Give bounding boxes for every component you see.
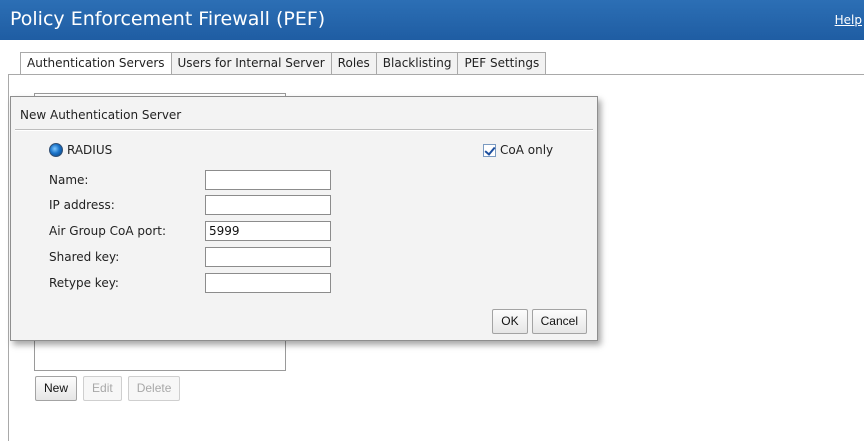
ip-address-row: IP address: xyxy=(49,195,331,215)
server-list-buttons: New Edit Delete xyxy=(35,376,181,401)
ip-address-field[interactable] xyxy=(205,195,331,215)
help-link[interactable]: Help xyxy=(835,13,862,27)
ok-button[interactable]: OK xyxy=(492,309,528,334)
retype-key-label: Retype key: xyxy=(49,276,119,290)
new-auth-server-dialog: New Authentication Server RADIUS CoA onl… xyxy=(10,96,598,341)
name-label: Name: xyxy=(49,173,89,187)
page-title: Policy Enforcement Firewall (PEF) xyxy=(10,8,326,30)
title-bar: Policy Enforcement Firewall (PEF) Help xyxy=(0,0,864,40)
tab-roles[interactable]: Roles xyxy=(330,52,376,74)
tab-users-for-internal-server[interactable]: Users for Internal Server xyxy=(170,52,331,74)
edit-button[interactable]: Edit xyxy=(83,376,122,401)
name-field[interactable] xyxy=(205,170,331,190)
tab-blacklisting[interactable]: Blacklisting xyxy=(375,52,458,74)
shared-key-label: Shared key: xyxy=(49,250,120,264)
radius-option[interactable]: RADIUS xyxy=(49,143,112,157)
coa-port-label: Air Group CoA port: xyxy=(49,224,167,238)
coa-port-field[interactable] xyxy=(205,221,331,241)
retype-key-row: Retype key: xyxy=(49,273,331,293)
tab-pef-settings[interactable]: PEF Settings xyxy=(457,52,547,74)
cancel-button[interactable]: Cancel xyxy=(531,309,587,334)
name-row: Name: xyxy=(49,170,331,190)
coa-only-label: CoA only xyxy=(500,143,554,157)
ip-address-label: IP address: xyxy=(49,198,115,212)
coa-only-option[interactable]: CoA only xyxy=(483,143,553,157)
radio-selected-icon[interactable] xyxy=(49,143,63,157)
tab-authentication-servers[interactable]: Authentication Servers xyxy=(20,52,171,75)
delete-button[interactable]: Delete xyxy=(127,376,181,401)
dialog-title: New Authentication Server xyxy=(20,108,182,122)
radius-label: RADIUS xyxy=(67,143,113,157)
new-button[interactable]: New xyxy=(35,376,78,401)
tab-bar: Authentication Servers Users for Interna… xyxy=(20,52,547,75)
dialog-separator xyxy=(15,129,593,131)
retype-key-field[interactable] xyxy=(205,273,331,293)
shared-key-row: Shared key: xyxy=(49,247,331,267)
dialog-buttons: OK Cancel xyxy=(492,309,587,334)
shared-key-field[interactable] xyxy=(205,247,331,267)
coa-port-row: Air Group CoA port: xyxy=(49,221,331,241)
coa-only-checkbox[interactable] xyxy=(483,143,496,157)
